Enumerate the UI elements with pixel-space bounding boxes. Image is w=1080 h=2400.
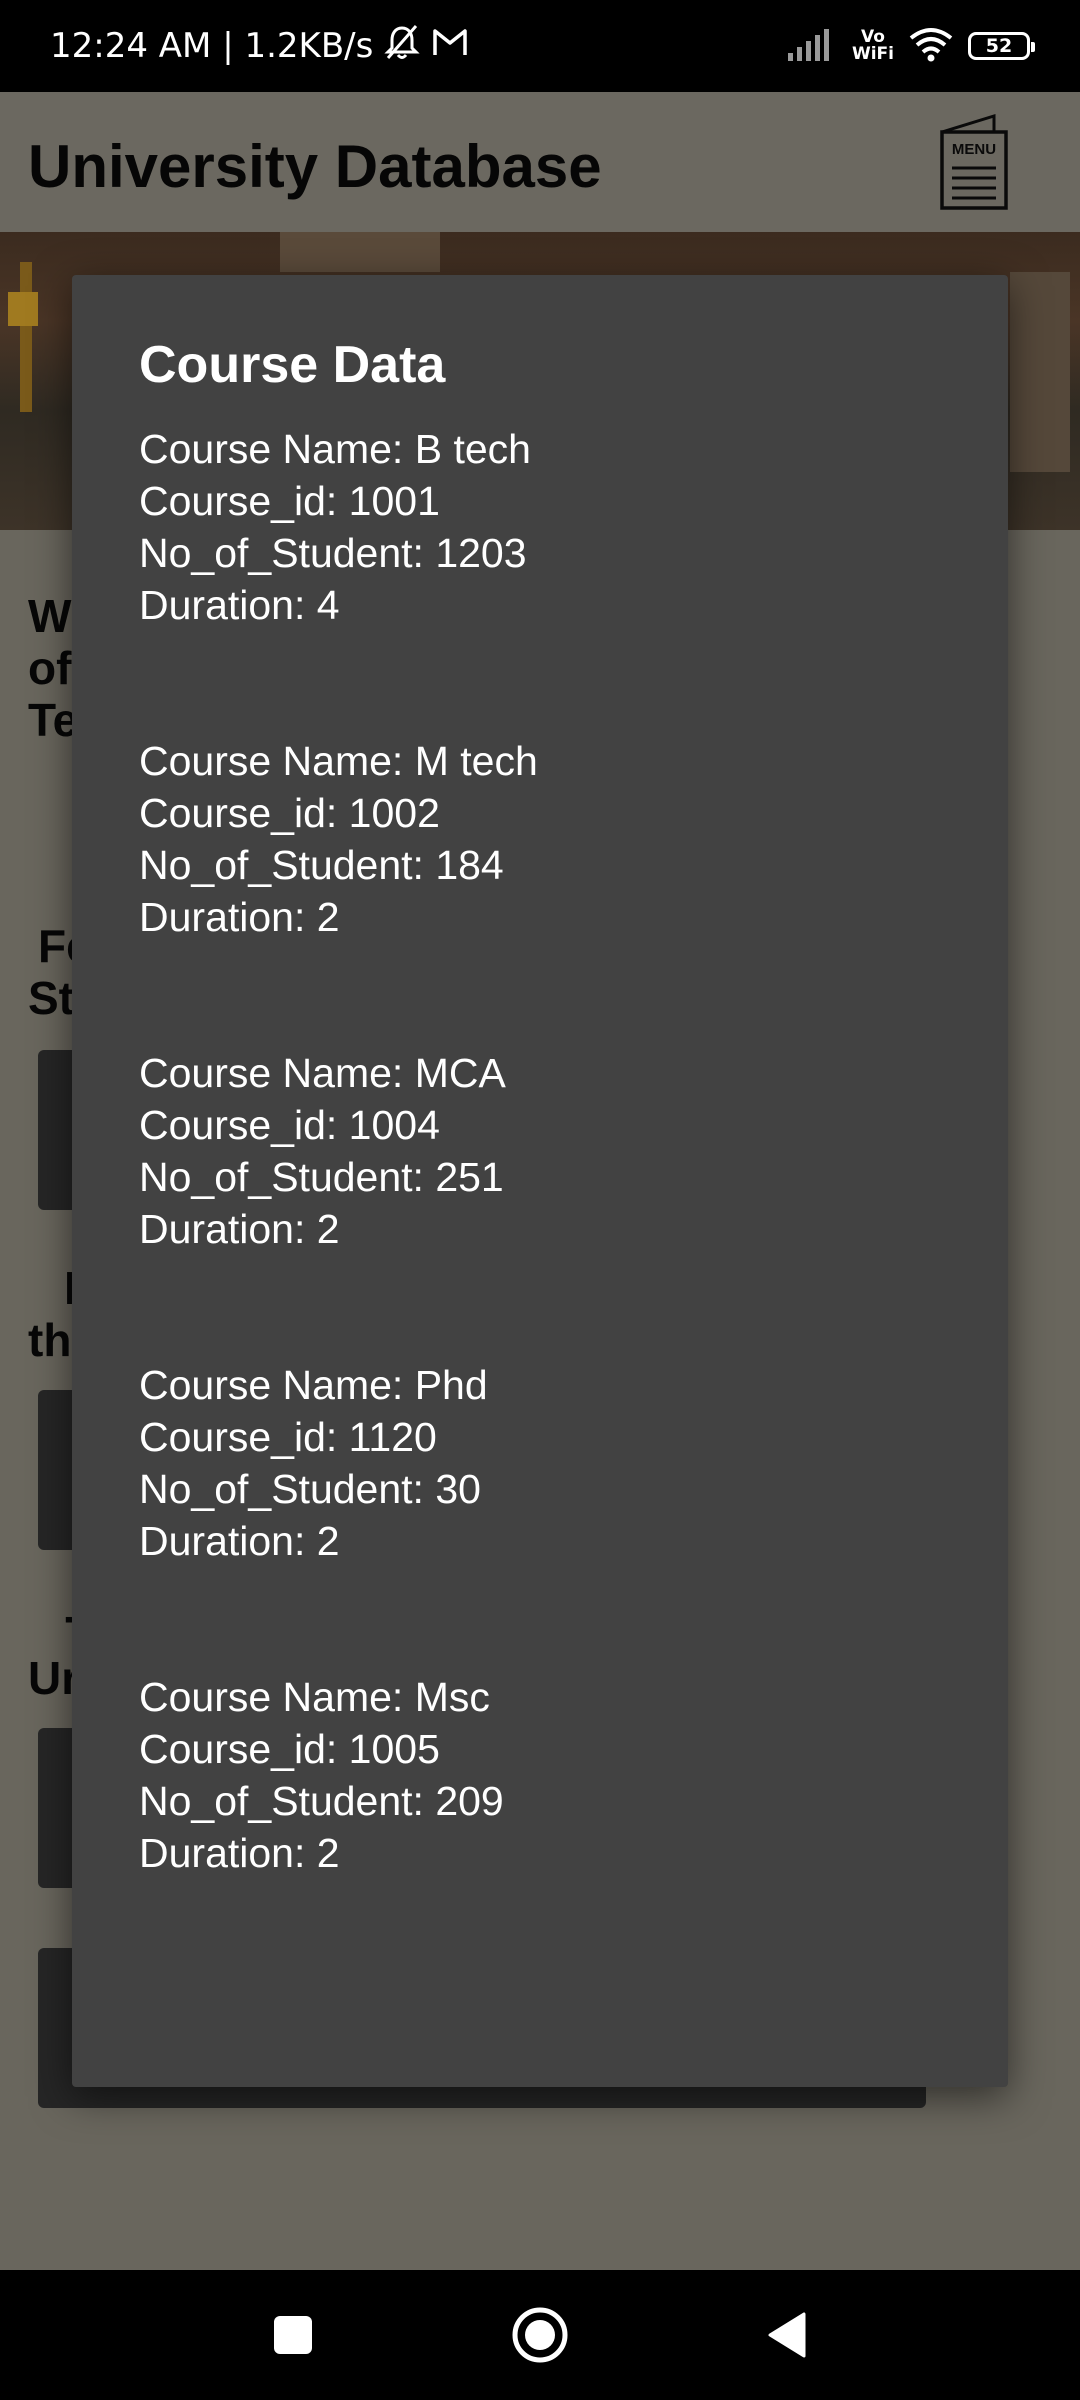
course-duration: Duration: 2 (139, 1830, 340, 1876)
battery-icon: 52 (968, 32, 1035, 60)
course-name: Course Name: B tech (139, 426, 531, 472)
time-and-speed: 12:24 AM | 1.2KB/s (50, 26, 374, 66)
course-item: Course Name: MCA Course_id: 1004 No_of_S… (139, 1047, 538, 1359)
hero-building (280, 232, 440, 272)
course-id: Course_id: 1001 (139, 478, 440, 524)
dialog-title: Course Data (139, 336, 446, 394)
course-list: Course Name: B tech Course_id: 1001 No_o… (139, 423, 538, 1983)
course-item: Course Name: M tech Course_id: 1002 No_o… (139, 735, 538, 1047)
hero-pole (20, 262, 32, 412)
course-name: Course Name: Phd (139, 1362, 488, 1408)
course-data-dialog[interactable]: Course Data Course Name: B tech Course_i… (72, 275, 1008, 2087)
hero-window (1010, 272, 1070, 472)
course-students: No_of_Student: 1203 (139, 530, 527, 576)
course-students: No_of_Student: 184 (139, 842, 504, 888)
course-name: Course Name: M tech (139, 738, 538, 784)
course-students: No_of_Student: 209 (139, 1778, 504, 1824)
bg-text-st: St (28, 972, 74, 1024)
wifi-icon (908, 26, 954, 67)
status-bar: 12:24 AM | 1.2KB/s Vo WiFi 52 (0, 0, 1080, 92)
silent-bell-icon (383, 23, 421, 70)
menu-icon[interactable]: MENU (938, 112, 1010, 212)
app-header: University Database MENU (0, 92, 1080, 232)
navigation-bar (0, 2270, 1080, 2400)
bg-text-of: of (28, 642, 72, 694)
app-title: University Database (28, 133, 602, 200)
recents-square-icon[interactable] (258, 2300, 328, 2370)
bg-text-th: th (28, 1314, 72, 1366)
course-duration: Duration: 2 (139, 1206, 340, 1252)
course-duration: Duration: 2 (139, 894, 340, 940)
course-duration: Duration: 4 (139, 582, 340, 628)
course-id: Course_id: 1005 (139, 1726, 440, 1772)
hero-sign (8, 292, 38, 326)
menu-icon-label: MENU (952, 141, 996, 158)
vowifi-indicator: Vo WiFi (852, 29, 894, 63)
course-students: No_of_Student: 30 (139, 1466, 481, 1512)
bg-text-te: Te (28, 694, 79, 746)
home-circle-icon[interactable] (505, 2300, 575, 2370)
course-name: Course Name: Msc (139, 1674, 490, 1720)
course-item: Course Name: B tech Course_id: 1001 No_o… (139, 423, 538, 735)
course-duration: Duration: 2 (139, 1518, 340, 1564)
course-id: Course_id: 1120 (139, 1414, 437, 1460)
back-triangle-icon[interactable] (752, 2300, 822, 2370)
course-id: Course_id: 1004 (139, 1102, 440, 1148)
gmail-icon (431, 25, 469, 68)
battery-level: 52 (985, 35, 1013, 57)
course-item: Course Name: Msc Course_id: 1005 No_of_S… (139, 1671, 538, 1983)
course-item: Course Name: Phd Course_id: 1120 No_of_S… (139, 1359, 538, 1671)
course-id: Course_id: 1002 (139, 790, 440, 836)
course-name: Course Name: MCA (139, 1050, 506, 1096)
status-right: Vo WiFi 52 (787, 0, 1035, 92)
status-left: 12:24 AM | 1.2KB/s (50, 0, 469, 92)
vowifi-bottom: WiFi (851, 44, 894, 64)
course-students: No_of_Student: 251 (139, 1154, 504, 1200)
signal-icon (787, 27, 838, 66)
